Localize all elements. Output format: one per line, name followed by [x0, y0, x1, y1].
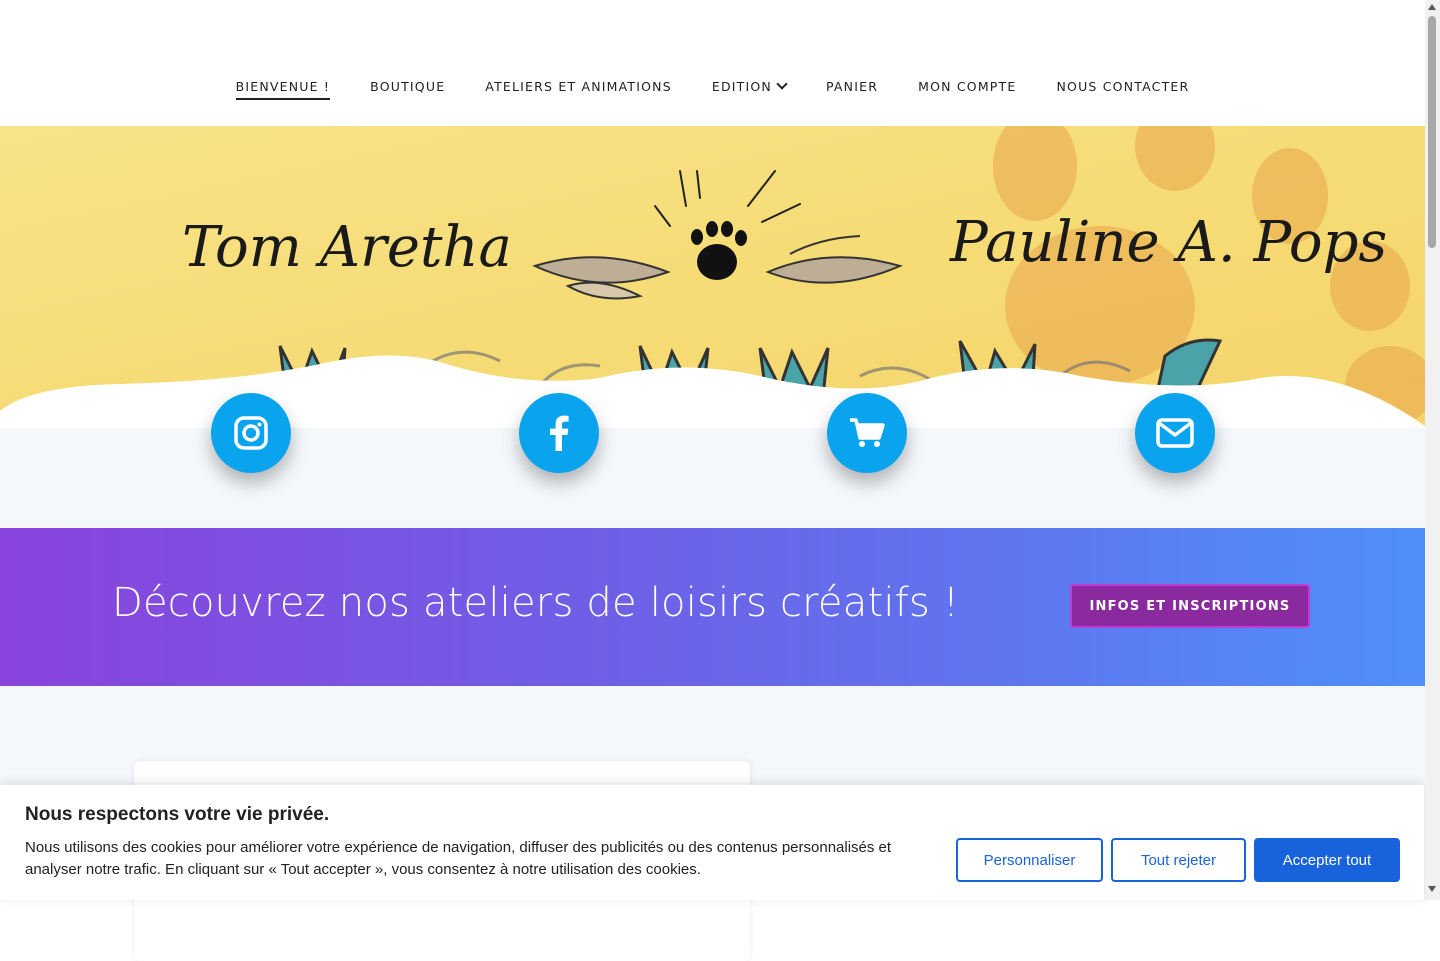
accept-all-cookies-button[interactable]: Accepter tout [1254, 838, 1400, 882]
customize-cookies-button[interactable]: Personnaliser [956, 838, 1103, 882]
envelope-icon [1156, 418, 1194, 448]
nav-item-label: ATELIERS ET ANIMATIONS [485, 79, 672, 94]
nav-item-label: EDITION [711, 79, 772, 94]
nav-item-label: NOUS CONTACTER [1056, 79, 1190, 94]
scrollbar-thumb[interactable] [1428, 16, 1436, 248]
cart-button[interactable] [827, 393, 907, 473]
instagram-icon [234, 416, 268, 450]
email-button[interactable] [1135, 393, 1215, 473]
nav-menu: BIENVENUE ! BOUTIQUE ATELIERS ET ANIMATI… [0, 78, 1425, 100]
nav-item-edition[interactable]: EDITION [711, 78, 788, 98]
facebook-button[interactable] [519, 393, 599, 473]
cookie-title: Nous respectons votre vie privée. [25, 804, 330, 825]
nav-item-label: PANIER [825, 79, 879, 94]
instagram-button[interactable] [211, 393, 291, 473]
nav-item-ateliers[interactable]: ATELIERS ET ANIMATIONS [485, 78, 672, 98]
cookie-consent-banner: Nous respectons votre vie privée. Nous u… [0, 785, 1424, 900]
top-navigation: BIENVENUE ! BOUTIQUE ATELIERS ET ANIMATI… [0, 0, 1425, 126]
banner-title: Découvrez nos ateliers de loisirs créati… [112, 580, 960, 626]
hero-left-name: Tom Aretha [182, 215, 512, 280]
nav-item-label: BOUTIQUE [370, 79, 446, 94]
scroll-down-arrow-icon[interactable] [1428, 886, 1436, 892]
scroll-up-arrow-icon[interactable] [1428, 4, 1436, 10]
reject-all-cookies-button[interactable]: Tout rejeter [1111, 838, 1246, 882]
hero-right-name: Pauline A. Pops [949, 210, 1387, 275]
facebook-icon [550, 415, 569, 451]
nav-item-mon-compte[interactable]: MON COMPTE [918, 78, 1016, 98]
chevron-down-icon [776, 78, 788, 90]
hero-illustration: Tom Aretha Pauline A. Pops [0, 126, 1425, 428]
nav-item-bienvenue[interactable]: BIENVENUE ! [235, 78, 331, 100]
hero-banner: Tom Aretha Pauline A. Pops [0, 126, 1425, 428]
nav-item-boutique[interactable]: BOUTIQUE [370, 78, 445, 98]
infos-inscriptions-button[interactable]: INFOS ET INSCRIPTIONS [1070, 584, 1310, 628]
nav-item-panier[interactable]: PANIER [826, 78, 878, 98]
nav-item-label: MON COMPTE [918, 79, 1017, 94]
cart-icon [850, 418, 885, 447]
nav-item-nous-contacter[interactable]: NOUS CONTACTER [1056, 78, 1189, 98]
nav-item-label: BIENVENUE ! [235, 79, 331, 94]
social-links-section [0, 393, 1425, 528]
workshops-banner: Découvrez nos ateliers de loisirs créati… [0, 528, 1425, 686]
cookie-description: Nous utilisons des cookies pour améliore… [25, 839, 892, 878]
page-scrollbar[interactable] [1425, 0, 1440, 900]
